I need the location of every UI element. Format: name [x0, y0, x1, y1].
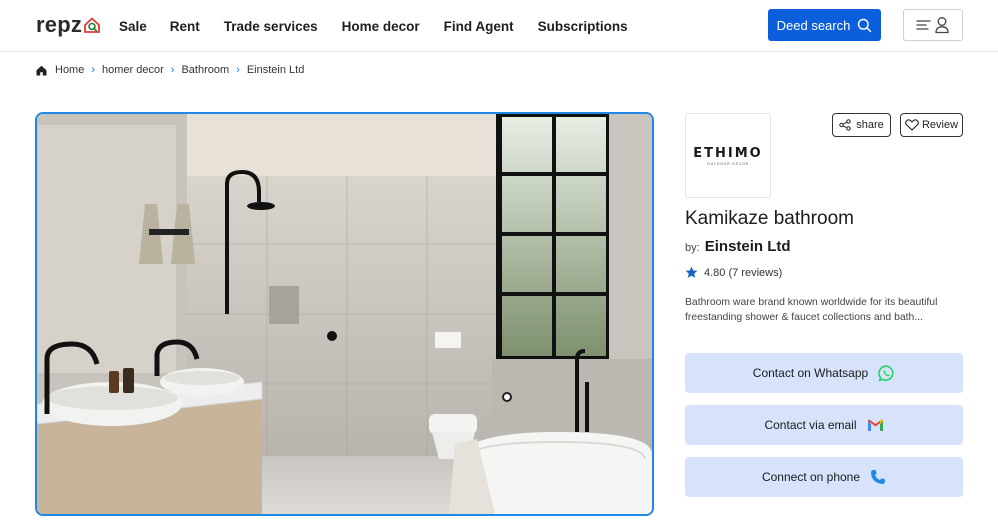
breadcrumb-einstein-ltd[interactable]: Einstein Ltd [247, 64, 304, 76]
breadcrumb-bathroom[interactable]: Bathroom [181, 64, 229, 76]
contact-email-label: Contact via email [764, 418, 857, 432]
nav-home-decor[interactable]: Home decor [342, 19, 420, 34]
review-button[interactable]: Review [900, 113, 963, 137]
share-label: share [856, 119, 884, 131]
chevron-right-icon: › [236, 64, 240, 76]
repz-logo[interactable]: repz [36, 11, 101, 39]
deed-search-button[interactable]: Deed search [768, 9, 881, 41]
star-icon [685, 266, 698, 278]
whatsapp-icon [878, 364, 895, 382]
top-header: repz Sale Rent Trade services Home decor… [0, 0, 998, 52]
house-logo-icon [84, 17, 100, 33]
seller-name[interactable]: Einstein Ltd [705, 238, 791, 255]
share-button[interactable]: share [832, 113, 891, 137]
chevron-right-icon: › [170, 64, 175, 76]
brand-logo-subtext: OUTDOOR DECOR [707, 161, 749, 166]
user-icon [935, 17, 949, 34]
contact-email-button[interactable]: Contact via email [685, 405, 963, 445]
breadcrumb-home[interactable]: Home [55, 64, 84, 76]
rating[interactable]: 4.80 (7 reviews) [685, 266, 782, 279]
contact-phone-label: Connect on phone [761, 470, 861, 484]
brand-logo-text: ETHIMO [693, 145, 763, 161]
product-image[interactable] [35, 112, 654, 516]
nav-subscriptions[interactable]: Subscriptions [538, 19, 628, 34]
review-label: Review [921, 119, 959, 131]
search-icon [858, 18, 872, 32]
nav-find-agent[interactable]: Find Agent [444, 19, 514, 34]
by-label: by: [685, 242, 700, 254]
gmail-icon [867, 419, 884, 432]
nav-trade-services[interactable]: Trade services [224, 19, 318, 34]
nav-sale[interactable]: Sale [119, 19, 147, 34]
main-nav: Sale Rent Trade services Home decor Find… [119, 0, 652, 52]
phone-icon [870, 469, 886, 485]
nav-rent[interactable]: Rent [170, 19, 200, 34]
share-icon [839, 119, 851, 131]
chevron-right-icon: › [91, 64, 96, 76]
logo-text: repz [36, 12, 83, 37]
heart-icon [905, 119, 919, 131]
bathroom-photo [37, 114, 652, 514]
brand-logo[interactable]: ETHIMO OUTDOOR DECOR [685, 113, 771, 198]
breadcrumb-homer-decor[interactable]: homer decor [102, 64, 164, 76]
contact-whatsapp-label: Contact on Whatsapp [752, 366, 869, 380]
account-menu-button[interactable] [903, 9, 963, 41]
deed-search-label: Deed search [776, 17, 851, 33]
product-title: Kamikaze bathroom [685, 208, 854, 229]
contact-phone-button[interactable]: Connect on phone [685, 457, 963, 497]
contact-whatsapp-button[interactable]: Contact on Whatsapp [685, 353, 963, 393]
rating-text: 4.80 (7 reviews) [704, 266, 783, 279]
menu-icon [916, 20, 931, 30]
breadcrumb: Home › homer decor › Bathroom › Einstein… [36, 64, 304, 76]
seller-byline: by: Einstein Ltd [685, 238, 791, 255]
home-icon[interactable] [36, 65, 47, 76]
product-description: Bathroom ware brand known worldwide for … [685, 297, 938, 323]
